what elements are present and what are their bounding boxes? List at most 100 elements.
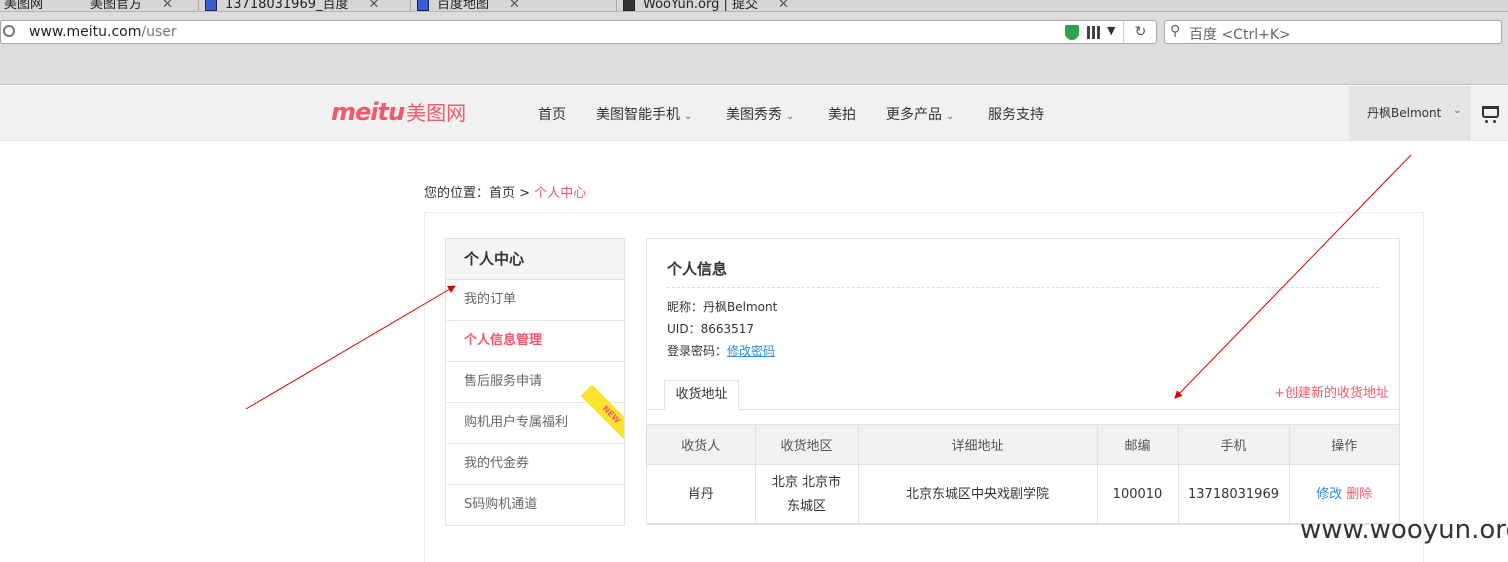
sidebar-item-profile[interactable]: 个人信息管理 [446,321,624,362]
page-icon [205,0,217,11]
nav-home[interactable]: 首页 [538,104,566,124]
browser-navbar: www.meitu.com/user ▼ ↻ ⚲ 百度 <Ctrl+K> [0,12,1508,85]
uid-row: UID：8663517 [667,320,754,337]
chevron-down-icon: ⌄ [1453,105,1462,116]
table-header-row: 收货人 收货地区 详细地址 邮编 手机 操作 [647,424,1399,465]
tab-shipping-address[interactable]: 收货地址 [664,380,739,410]
address-bar[interactable]: www.meitu.com/user ▼ ↻ [0,20,1157,44]
logo-cn: 美图网 [406,101,467,125]
zip-code: 100010 [1096,464,1179,525]
breadcrumb: 您的位置：首页 > 个人中心 [424,182,586,201]
tab-label: 美图官方 [90,0,143,12]
search-placeholder: 百度 <Ctrl+K> [1189,27,1291,43]
column-header: 收货人 [647,424,756,465]
close-icon[interactable]: ✕ [778,0,789,11]
profile-panel: 个人信息 昵称：丹枫Belmont UID：8663517 登录密码：修改密码 … [646,238,1400,525]
change-password-link[interactable]: 修改密码 [727,344,775,358]
watermark: www.wooyun.org [1300,515,1508,545]
nav-more-products[interactable]: 更多产品 ⌄ [886,104,954,124]
browser-tab[interactable]: 美图网 [4,0,43,11]
nav-label: 美图秀秀 [726,107,782,123]
page-icon [623,0,635,11]
region-line: 东城区 [786,498,826,514]
site-logo[interactable]: meitu 美图网 [331,97,466,126]
uid-label: UID： [667,322,701,336]
user-menu[interactable]: 丹枫Belmont ⌄ [1349,86,1469,141]
close-icon[interactable]: ✕ [162,0,173,11]
nickname-row: 昵称：丹枫Belmont [667,298,777,315]
nav-label: 美图智能手机 [596,107,680,123]
tab-label: 百度地图 [437,0,490,12]
panel-title: 个人信息 [667,260,728,278]
divider [667,287,1379,288]
sidebar-item-label: 我的订单 [464,292,517,307]
cart-icon [1482,106,1499,123]
nav-label: 服务支持 [988,107,1044,123]
password-row: 登录密码：修改密码 [667,342,775,359]
sidebar-item-orders[interactable]: 我的订单 [446,280,624,321]
breadcrumb-current: 个人中心 [534,186,587,201]
nav-label: 美拍 [828,107,856,123]
uid-value: 8663517 [700,322,755,336]
browser-tab[interactable]: 美图官方 ✕ [90,0,173,11]
breadcrumb-prefix: 您的位置： [424,186,490,201]
tab-label: WooYun.org | 提交 [643,0,759,12]
url-host: www.meitu.com [29,24,142,40]
qrcode-icon[interactable] [1087,26,1100,39]
globe-icon [3,25,15,37]
create-address-link[interactable]: +创建新的收货地址 [1274,382,1389,401]
browser-tab[interactable]: 百度地图 ✕ [410,0,520,11]
search-icon: ⚲ [1170,23,1181,39]
nav-phones[interactable]: 美图智能手机 ⌄ [596,104,692,124]
url-path: /user [141,24,177,40]
site-header: meitu 美图网 首页 美图智能手机 ⌄ 美图秀秀 ⌄ 美拍 更多产品 ⌄ 服务支持 … [0,86,1508,141]
nickname-value: 丹枫Belmont [703,300,778,314]
nav-label: 更多产品 [886,107,942,123]
browser-tab[interactable]: 13718031969_百度 ✕ [198,0,379,11]
browser-tab-strip: 美图网 美图官方 ✕ 13718031969_百度 ✕ 百度地图 ✕ WooYun.o… [0,0,1508,12]
close-icon[interactable]: ✕ [509,0,520,11]
chevron-down-icon: ⌄ [946,111,955,122]
nav-label: 首页 [538,107,566,123]
sidebar-item-label: S码购机通道 [464,497,538,512]
delete-address-link[interactable]: 删除 [1346,487,1372,502]
table-row: 肖丹 北京 北京市 东城区 北京东城区中央戏剧学院 100010 13718031… [647,464,1399,525]
nav-support[interactable]: 服务支持 [988,104,1044,124]
column-header: 详细地址 [857,424,1098,465]
account-sidebar: 个人中心 我的订单 个人信息管理 售后服务申请 购机用户专属福利 NEW 我的代金… [445,238,625,526]
chevron-down-icon: ⌄ [684,111,693,122]
sidebar-item-label: 我的代金券 [464,456,530,471]
search-bar[interactable]: ⚲ 百度 <Ctrl+K> [1164,20,1502,44]
nav-meipai[interactable]: 美拍 [828,104,856,124]
breadcrumb-home-link[interactable]: 首页 [489,186,515,201]
nav-meituxiuxiu[interactable]: 美图秀秀 ⌄ [726,104,794,124]
phone-number: 13718031969 [1177,464,1290,525]
reload-icon[interactable]: ↻ [1123,21,1157,43]
nickname-label: 昵称： [667,300,704,314]
column-header: 操作 [1288,424,1399,465]
address-table: 收货人 收货地区 详细地址 邮编 手机 操作 肖丹 北京 北京市 东城区 北京东城… [647,424,1399,525]
sidebar-item-vouchers[interactable]: 我的代金券 [446,444,624,485]
sidebar-item-label: 售后服务申请 [464,374,543,389]
sidebar-item-label: 个人信息管理 [464,333,543,348]
sidebar-item-benefits[interactable]: 购机用户专属福利 NEW [446,384,624,446]
sidebar-item-scode[interactable]: S码购机通道 [446,485,624,525]
column-header: 收货地区 [754,424,859,465]
recipient-name: 肖丹 [647,464,756,525]
shield-icon[interactable] [1065,25,1079,40]
detail-address: 北京东城区中央戏剧学院 [857,464,1098,525]
dropdown-arrow-icon[interactable]: ▼ [1107,24,1115,37]
cart-button[interactable] [1469,86,1508,141]
breadcrumb-separator: > [519,186,531,201]
url-text: www.meitu.com/user [29,24,177,40]
chevron-down-icon: ⌄ [786,111,795,122]
password-label: 登录密码： [667,344,728,358]
browser-tab[interactable]: WooYun.org | 提交 ✕ [616,0,789,11]
close-icon[interactable]: ✕ [368,0,379,11]
tab-underline [647,409,1399,410]
sidebar-item-label: 购机用户专属福利 [464,415,569,430]
region-line: 北京 北京市 [771,474,842,490]
user-name: 丹枫Belmont [1367,106,1442,120]
edit-address-link[interactable]: 修改 [1316,487,1342,502]
region-cell: 北京 北京市 东城区 [754,464,859,525]
